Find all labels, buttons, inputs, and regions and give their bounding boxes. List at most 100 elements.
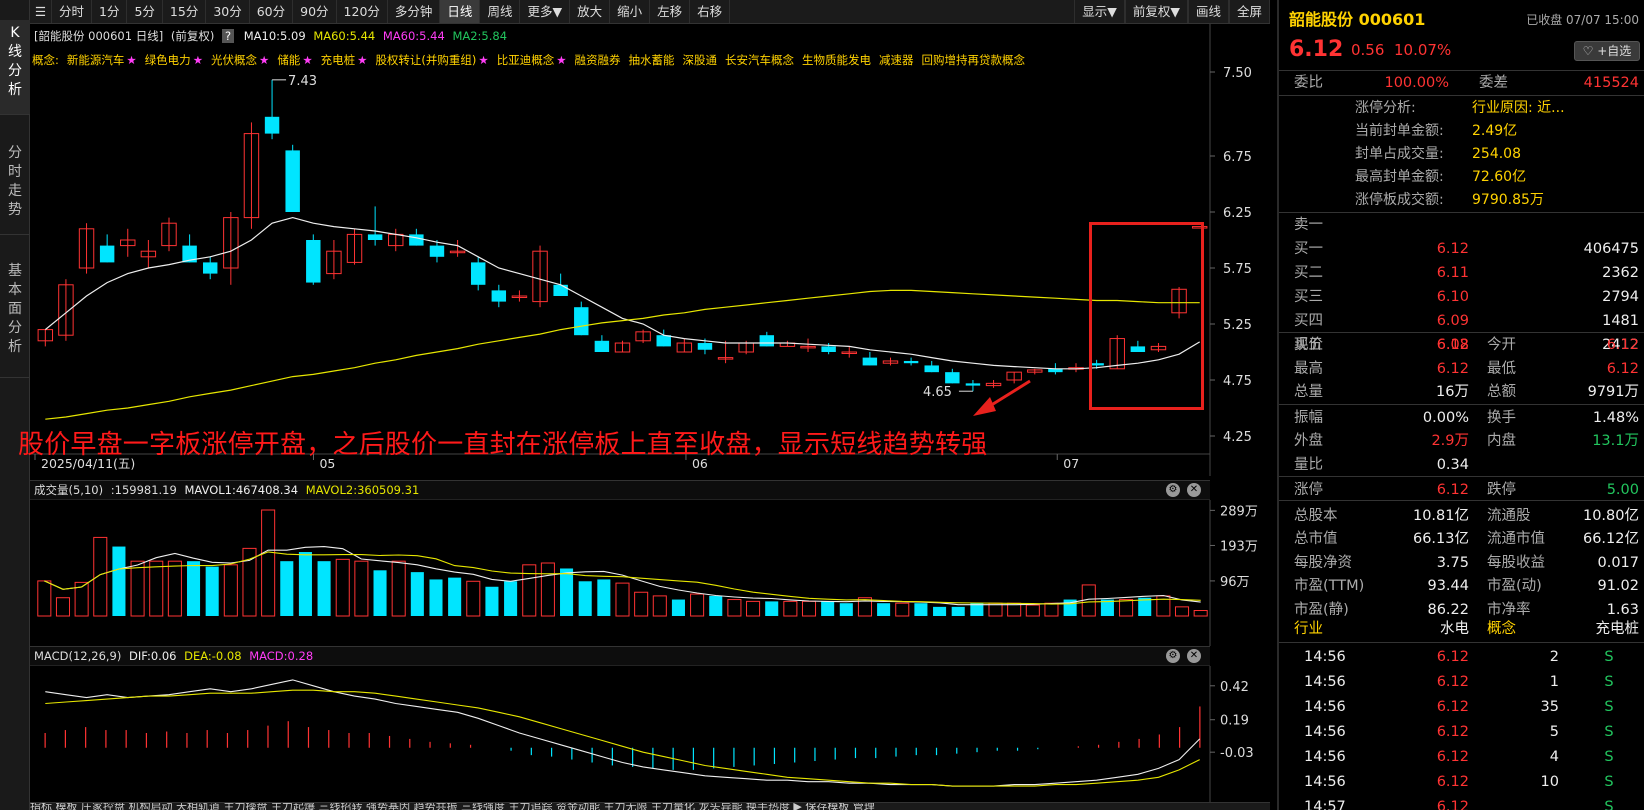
volume-bar-up [1025, 604, 1040, 617]
toolbar-item[interactable]: 分时 [52, 0, 93, 23]
divider [1279, 404, 1644, 405]
toolbar-item[interactable]: 左移 [650, 0, 691, 23]
toolbar-item[interactable]: 更多▼ [520, 0, 571, 23]
buy-level-row: 买三 6.10 2794 [1279, 285, 1644, 309]
buy-level-row: 买二 6.11 2362 [1279, 261, 1644, 285]
volume-bar-down [597, 579, 611, 616]
volume-bar-down [504, 581, 518, 616]
buy-level-price: 6.10 [1436, 289, 1469, 305]
buy-level-label: 买二 [1294, 265, 1323, 281]
side-tab-char: 分 [8, 145, 22, 161]
quote-panel: 韶能股份 000601 已收盘 07/07 15:00 6.12 0.56 10.07%… [1277, 0, 1644, 810]
volume-bar-down [485, 586, 499, 616]
tab-fundamentals[interactable]: 基本面分析 [0, 258, 30, 378]
toolbar-item[interactable]: 多分钟 [388, 0, 441, 23]
volume-bar-down [410, 572, 424, 616]
tick-side: S [1604, 774, 1614, 790]
tick-row: 14:56 6.12 35 S [1279, 695, 1644, 719]
volume-bar-down [914, 603, 928, 616]
stock-app: K线分析 分时走势 基本面分析 ☰ 分时 1分 5分 15分 30分 60分 90分 120分多… [0, 0, 1644, 810]
toolbar-item[interactable]: 5分 [127, 0, 163, 23]
toolbar-item[interactable]: 日线 [440, 0, 481, 23]
toolbar-item-right[interactable]: 全屏 [1228, 0, 1270, 23]
volume-bar-down [839, 603, 853, 616]
stat-value: 6.12 [1436, 360, 1469, 377]
volume-header: 成交量(5,10) :159981.19 MAVOL1:467408.34 MA… [30, 480, 1210, 500]
candle-body-down [367, 234, 383, 240]
tab-kline-analysis[interactable]: K线分析 [0, 20, 30, 115]
toolbar-item[interactable]: 周线 [480, 0, 521, 23]
stat-value: 10.80亿 [1582, 507, 1639, 524]
toolbar-item[interactable]: 1分 [92, 0, 128, 23]
add-watch-button[interactable]: ♡ +自选 [1574, 41, 1640, 61]
candle-body-down [264, 116, 280, 134]
volume-value: :159981.19 [110, 483, 177, 497]
volume-bar-down [951, 606, 965, 616]
tick-price: 6.12 [1436, 699, 1469, 715]
volume-tick-label: 193万 [1220, 539, 1258, 554]
volume-bar-up [93, 536, 108, 617]
price-row: 6.12 0.56 10.07% ♡ +自选 [1279, 38, 1644, 62]
buy-level-row: 买四 6.09 1481 [1279, 309, 1644, 333]
stat-value: 91.02 [1597, 578, 1639, 594]
menu-icon[interactable]: ☰ [30, 0, 52, 23]
limit-analysis-row: 当前封单金额: 2.49亿 [1279, 119, 1644, 143]
indicator-tabs-label: 指标 模板 庄家控盘 机构启动 天相轨道 主力操盘 主力起爆 三线招转 强势基因… [30, 802, 875, 810]
industry-value: 水电 [1440, 621, 1469, 637]
buy-level-price: 6.11 [1436, 265, 1469, 281]
price-chart[interactable]: 7.506.756.255.755.254.754.252025/04/11(五… [30, 24, 1270, 476]
side-tab-char: 本 [8, 282, 22, 298]
candle-body-down [574, 307, 589, 336]
toolbar-item[interactable]: 120分 [337, 0, 388, 23]
candle-body-down [429, 245, 445, 257]
indicator-tabs[interactable]: 指标 模板 庄家控盘 机构启动 天相轨道 主力操盘 主力起爆 三线招转 强势基因… [30, 802, 1270, 810]
volume-settings-icon[interactable]: ⚙ [1166, 483, 1180, 497]
stat-row: 总市值 66.13亿 流通市值 66.12亿 [1279, 527, 1644, 551]
tick-time: 14:56 [1304, 774, 1346, 790]
weibi-value: 100.00% [1384, 75, 1449, 91]
toolbar-item-right[interactable]: 显示▼ [1074, 0, 1125, 23]
macd-settings-icon[interactable]: ⚙ [1166, 649, 1180, 663]
tab-timeshare[interactable]: 分时走势 [0, 140, 30, 235]
stat-value: 6.12 [1606, 360, 1639, 377]
macd-tick-label: 0.19 [1220, 714, 1249, 729]
macd-close-icon[interactable]: ✕ [1187, 649, 1201, 663]
dea-line [45, 689, 1200, 787]
volume-close-icon[interactable]: ✕ [1187, 483, 1201, 497]
limit-analysis-value: 254.08 [1472, 146, 1521, 162]
buy-level-volume: 2794 [1602, 289, 1639, 305]
toolbar-item[interactable]: 60分 [250, 0, 294, 23]
volume-chart[interactable]: 289万 193万 96万 [30, 500, 1270, 646]
stat-value: 1.48% [1592, 409, 1639, 426]
limit-analysis-row: 封单占成交量: 254.08 [1279, 142, 1644, 166]
volume-bar-down [317, 561, 331, 616]
toolbar-item-right[interactable]: 画线 [1187, 0, 1229, 23]
macd-value: MACD:0.28 [249, 649, 314, 663]
toolbar-item[interactable]: 缩小 [610, 0, 651, 23]
period-toolbar: ☰ 分时 1分 5分 15分 30分 60分 90分 120分 多分钟 日线 周线 更多▼ 放大 缩小 左移右… [30, 0, 1270, 24]
buy-level-label: 买三 [1294, 289, 1323, 305]
candle-body-down [99, 245, 115, 263]
price-tick-label: 5.75 [1223, 262, 1252, 277]
toolbar-item[interactable]: 90分 [293, 0, 337, 23]
toolbar-item-right[interactable]: 前复权▼ [1124, 0, 1188, 23]
toolbar-item[interactable]: 放大 [570, 0, 611, 23]
tick-volume: 4 [1549, 749, 1559, 765]
market-status: 已收盘 07/07 15:00 [1526, 13, 1639, 27]
concept-label: 概念 [1487, 621, 1516, 637]
toolbar-item[interactable]: 15分 [163, 0, 207, 23]
toolbar-item[interactable]: 右移 [690, 0, 731, 23]
volume-bar-down [298, 552, 312, 616]
volume-bar-up [391, 560, 406, 617]
candle-body-down [759, 335, 775, 347]
volume-bar-down [671, 599, 685, 616]
candle-body-down [697, 343, 713, 350]
macd-chart[interactable]: 0.42 0.19 -0.03 [30, 666, 1270, 802]
side-tab-char: K [10, 25, 20, 41]
toolbar-item[interactable]: 30分 [206, 0, 250, 23]
volume-bar-up [466, 580, 481, 617]
candle-body-down [945, 372, 960, 384]
dif-value: DIF:0.06 [129, 649, 177, 663]
stock-title: 韶能股份 000601 [1289, 10, 1426, 29]
